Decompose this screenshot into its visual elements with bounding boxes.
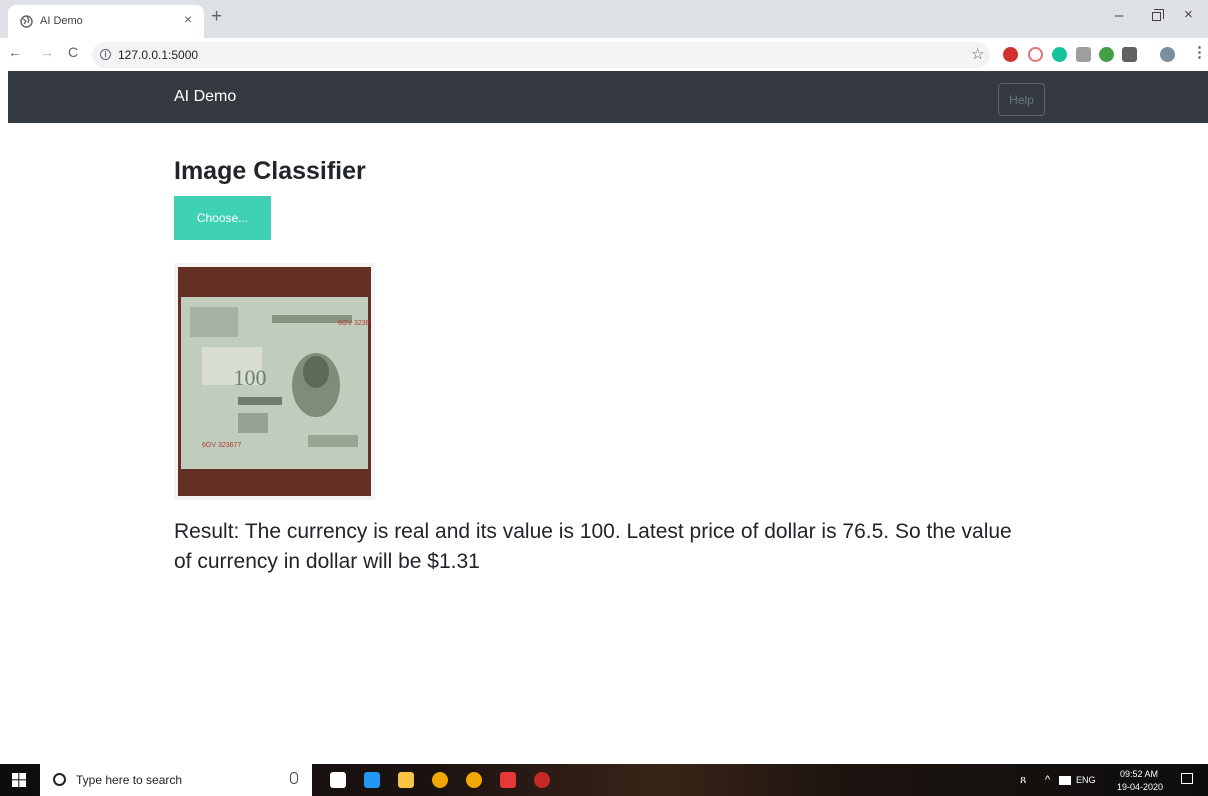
chevron-up-icon[interactable]: ^ — [1045, 774, 1050, 786]
windows-taskbar: Type here to search ጸ ^ ENG 09:52 AM 19-… — [0, 764, 1208, 796]
forward-icon[interactable]: → — [40, 44, 54, 60]
svg-text:6GV 323677: 6GV 323677 — [338, 320, 371, 327]
acrobat-icon[interactable] — [500, 772, 516, 788]
svg-text:100: 100 — [234, 365, 267, 390]
page-title: Image Classifier — [174, 157, 366, 185]
language-indicator[interactable]: ENG — [1076, 775, 1096, 785]
tab-title: AI Demo — [40, 15, 83, 27]
currency-note-image: 100 6GV 323677 6GV 323677 — [178, 267, 371, 496]
microphone-icon[interactable] — [290, 772, 298, 784]
browser-tab-strip: AI Demo × + – × — [0, 0, 1208, 38]
globe-icon — [20, 15, 33, 28]
windows-start-icon[interactable] — [12, 773, 26, 787]
window-close-icon[interactable]: × — [1184, 6, 1193, 23]
taskbar-search-input[interactable]: Type here to search — [40, 764, 312, 796]
uploaded-image-preview: 100 6GV 323677 6GV 323677 — [174, 263, 375, 500]
result-text: Result: The currency is real and its val… — [174, 520, 1012, 573]
bookmark-star-icon[interactable]: ☆ — [971, 45, 984, 63]
camera-app-icon[interactable] — [330, 772, 346, 788]
help-button[interactable]: Help — [998, 83, 1045, 116]
blocker-extension-icon[interactable] — [1028, 47, 1043, 62]
grammarly-extension-icon[interactable] — [1052, 47, 1067, 62]
paint-app-icon[interactable] — [364, 772, 380, 788]
info-icon[interactable]: i — [100, 49, 111, 60]
tab-close-icon[interactable]: × — [184, 11, 192, 27]
svg-text:6GV 323677: 6GV 323677 — [202, 442, 241, 449]
adblock-extension-icon[interactable] — [1003, 47, 1018, 62]
screenshot-extension-icon[interactable] — [1076, 47, 1091, 62]
network-icon[interactable] — [1059, 776, 1071, 785]
profile-avatar-icon[interactable] — [1160, 47, 1175, 62]
app-navbar: AI Demo Help — [8, 71, 1208, 123]
window-minimize-icon[interactable]: – — [1115, 7, 1123, 24]
earth-extension-icon[interactable] — [1099, 47, 1114, 62]
chrome-icon[interactable] — [432, 772, 448, 788]
url-text[interactable]: 127.0.0.1:5000 — [118, 48, 198, 62]
browser-tab[interactable]: AI Demo × — [8, 5, 204, 38]
file-explorer-icon[interactable] — [398, 772, 414, 788]
notification-icon[interactable] — [1181, 773, 1193, 784]
choose-file-button[interactable]: Choose... — [174, 196, 271, 240]
people-icon[interactable]: ጸ — [1020, 774, 1026, 787]
browser-toolbar: ← → C i 127.0.0.1:5000 ☆ ⋮ — [0, 38, 1208, 71]
app-icon[interactable] — [534, 772, 550, 788]
browser-menu-icon[interactable]: ⋮ — [1192, 43, 1207, 61]
window-restore-icon[interactable] — [1152, 9, 1164, 21]
clock-date[interactable]: 19-04-2020 — [1117, 782, 1163, 792]
translate-extension-icon[interactable] — [1122, 47, 1137, 62]
navbar-brand[interactable]: AI Demo — [174, 88, 236, 106]
search-placeholder: Type here to search — [76, 773, 183, 787]
address-bar[interactable]: i 127.0.0.1:5000 ☆ — [92, 42, 990, 68]
cortana-icon — [53, 773, 66, 786]
back-icon[interactable]: ← — [8, 44, 22, 60]
clock-time[interactable]: 09:52 AM — [1120, 769, 1158, 779]
reload-icon[interactable]: C — [68, 44, 78, 60]
chrome-window-icon[interactable] — [466, 772, 482, 788]
new-tab-icon[interactable]: + — [211, 6, 222, 28]
